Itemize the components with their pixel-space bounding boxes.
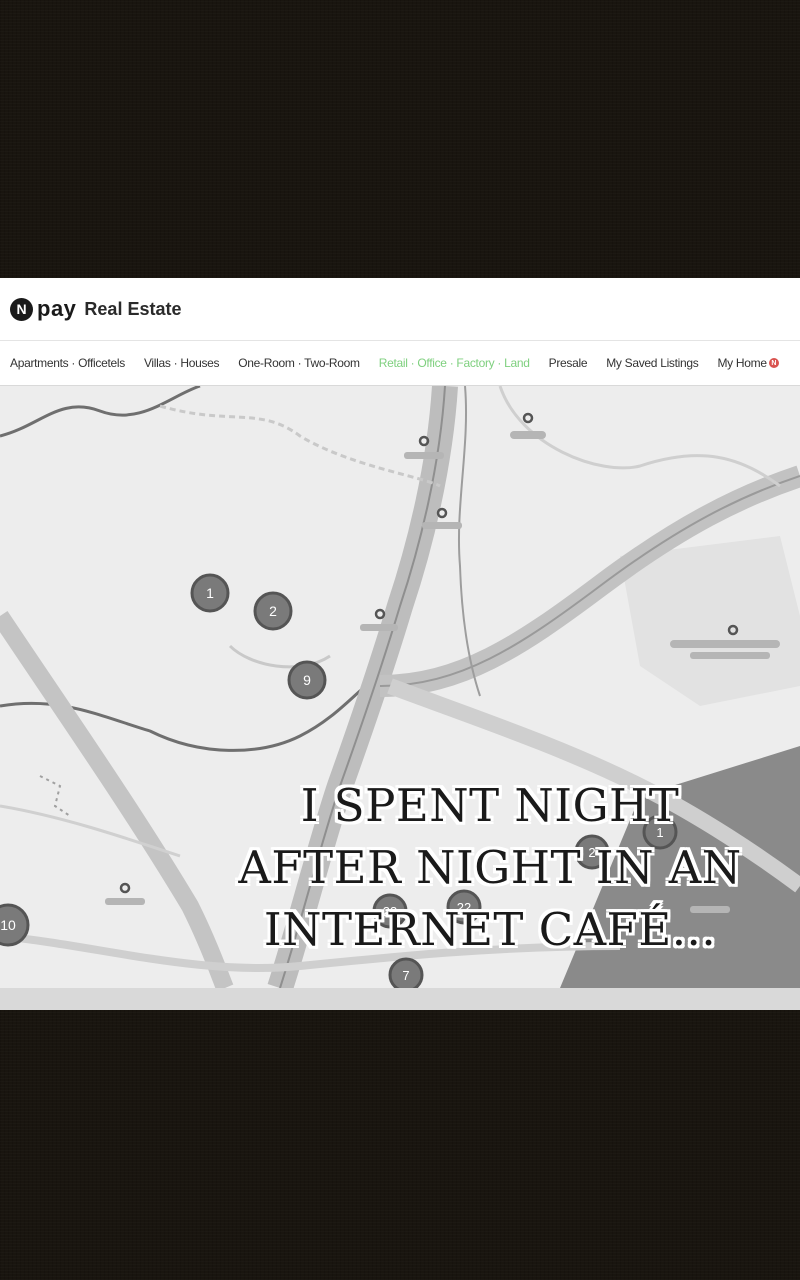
site-logo[interactable]: N pay Real Estate [10, 296, 181, 322]
cluster-marker[interactable]: 2 [253, 591, 293, 631]
svg-text:9: 9 [303, 672, 311, 688]
naver-logo-icon: N [10, 297, 33, 321]
cluster-marker[interactable]: 1 [190, 573, 230, 613]
nav-my-home[interactable]: My Home N [717, 356, 779, 370]
nav-retail-office-factory-land[interactable]: Retail · Office · Factory · Land [379, 356, 530, 370]
svg-text:7: 7 [402, 968, 409, 983]
main-nav: Apartments · Officetels Villas · Houses … [0, 340, 800, 386]
site-header: N pay Real Estate [0, 278, 800, 340]
logo-title: Real Estate [84, 298, 182, 319]
cluster-marker[interactable]: 7 [388, 957, 424, 988]
nav-presale[interactable]: Presale [549, 356, 588, 370]
nav-one-room-two-room[interactable]: One-Room · Two-Room [238, 356, 360, 370]
nav-apartments-officetels[interactable]: Apartments · Officetels [10, 356, 125, 370]
cluster-marker[interactable]: 9 [287, 660, 327, 700]
svg-text:10: 10 [0, 917, 16, 933]
caption-line-2: AFTER NIGHT IN AN [238, 841, 742, 894]
caption-line-1: I SPENT NIGHT [300, 779, 680, 832]
svg-text:2: 2 [269, 603, 277, 619]
nav-villas-houses[interactable]: Villas · Houses [144, 356, 220, 370]
map-footer [0, 988, 800, 1010]
cluster-marker[interactable]: 10 [0, 903, 30, 947]
nav-my-saved-listings[interactable]: My Saved Listings [606, 356, 699, 370]
new-badge-icon: N [768, 358, 779, 368]
comic-panel: N pay Real Estate Apartments · Officetel… [0, 0, 800, 1280]
nav-my-home-label: My Home [717, 356, 767, 370]
logo-pay-text: pay [37, 296, 77, 321]
svg-text:1: 1 [206, 585, 214, 601]
narration-caption: I SPENT NIGHT AFTER NIGHT IN AN INTERNET… [210, 775, 770, 961]
caption-line-3: INTERNET CAFÉ... [263, 903, 717, 956]
